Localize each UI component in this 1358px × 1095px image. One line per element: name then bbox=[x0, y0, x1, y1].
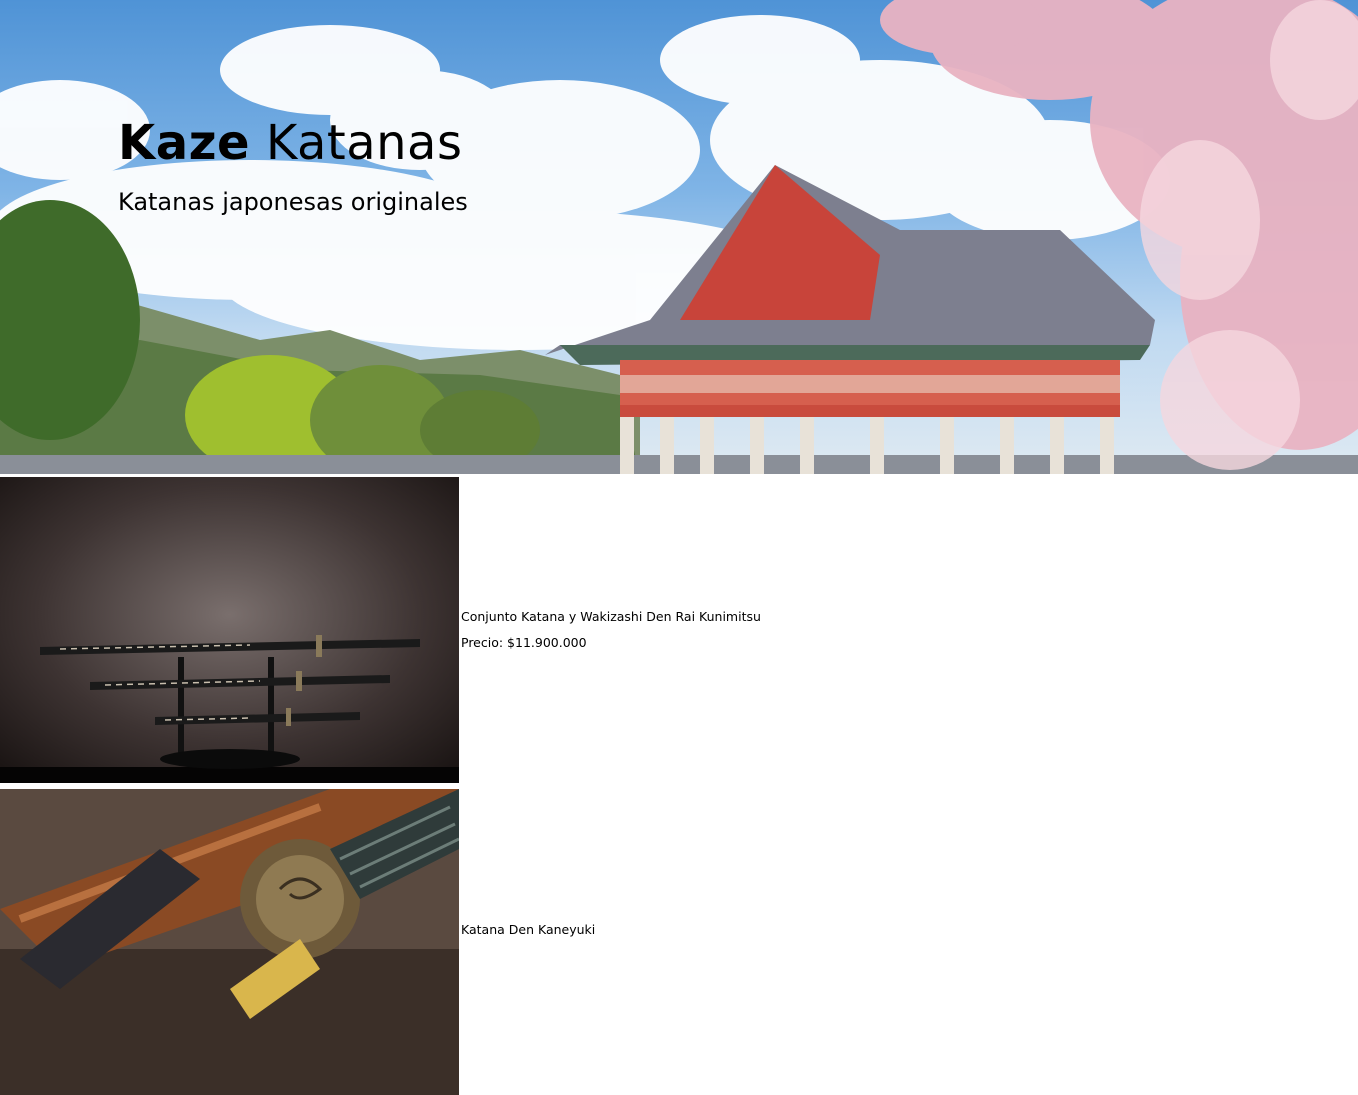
hero-text: Kaze Katanas Katanas japonesas originale… bbox=[118, 112, 468, 218]
product-name[interactable]: Conjunto Katana y Wakizashi Den Rai Kuni… bbox=[461, 609, 761, 625]
site-title-bold: Kaze bbox=[118, 115, 251, 171]
katana-set-image bbox=[0, 477, 459, 783]
product-name[interactable]: Katana Den Kaneyuki bbox=[461, 922, 595, 938]
product-image[interactable] bbox=[0, 789, 459, 1095]
katana-closeup-image bbox=[0, 789, 459, 1095]
product-image[interactable] bbox=[0, 477, 459, 783]
product-info: Conjunto Katana y Wakizashi Den Rai Kuni… bbox=[461, 609, 761, 651]
site-title-rest: Katanas bbox=[250, 115, 463, 171]
site-subtitle: Katanas japonesas originales bbox=[118, 188, 468, 216]
product-info: Katana Den Kaneyuki bbox=[461, 922, 595, 948]
product-price: Precio: $11.900.000 bbox=[461, 635, 587, 650]
hero-background-image bbox=[0, 0, 1358, 474]
hero-banner: Kaze Katanas Katanas japonesas originale… bbox=[0, 0, 1358, 474]
site-title: Kaze Katanas bbox=[118, 112, 468, 174]
